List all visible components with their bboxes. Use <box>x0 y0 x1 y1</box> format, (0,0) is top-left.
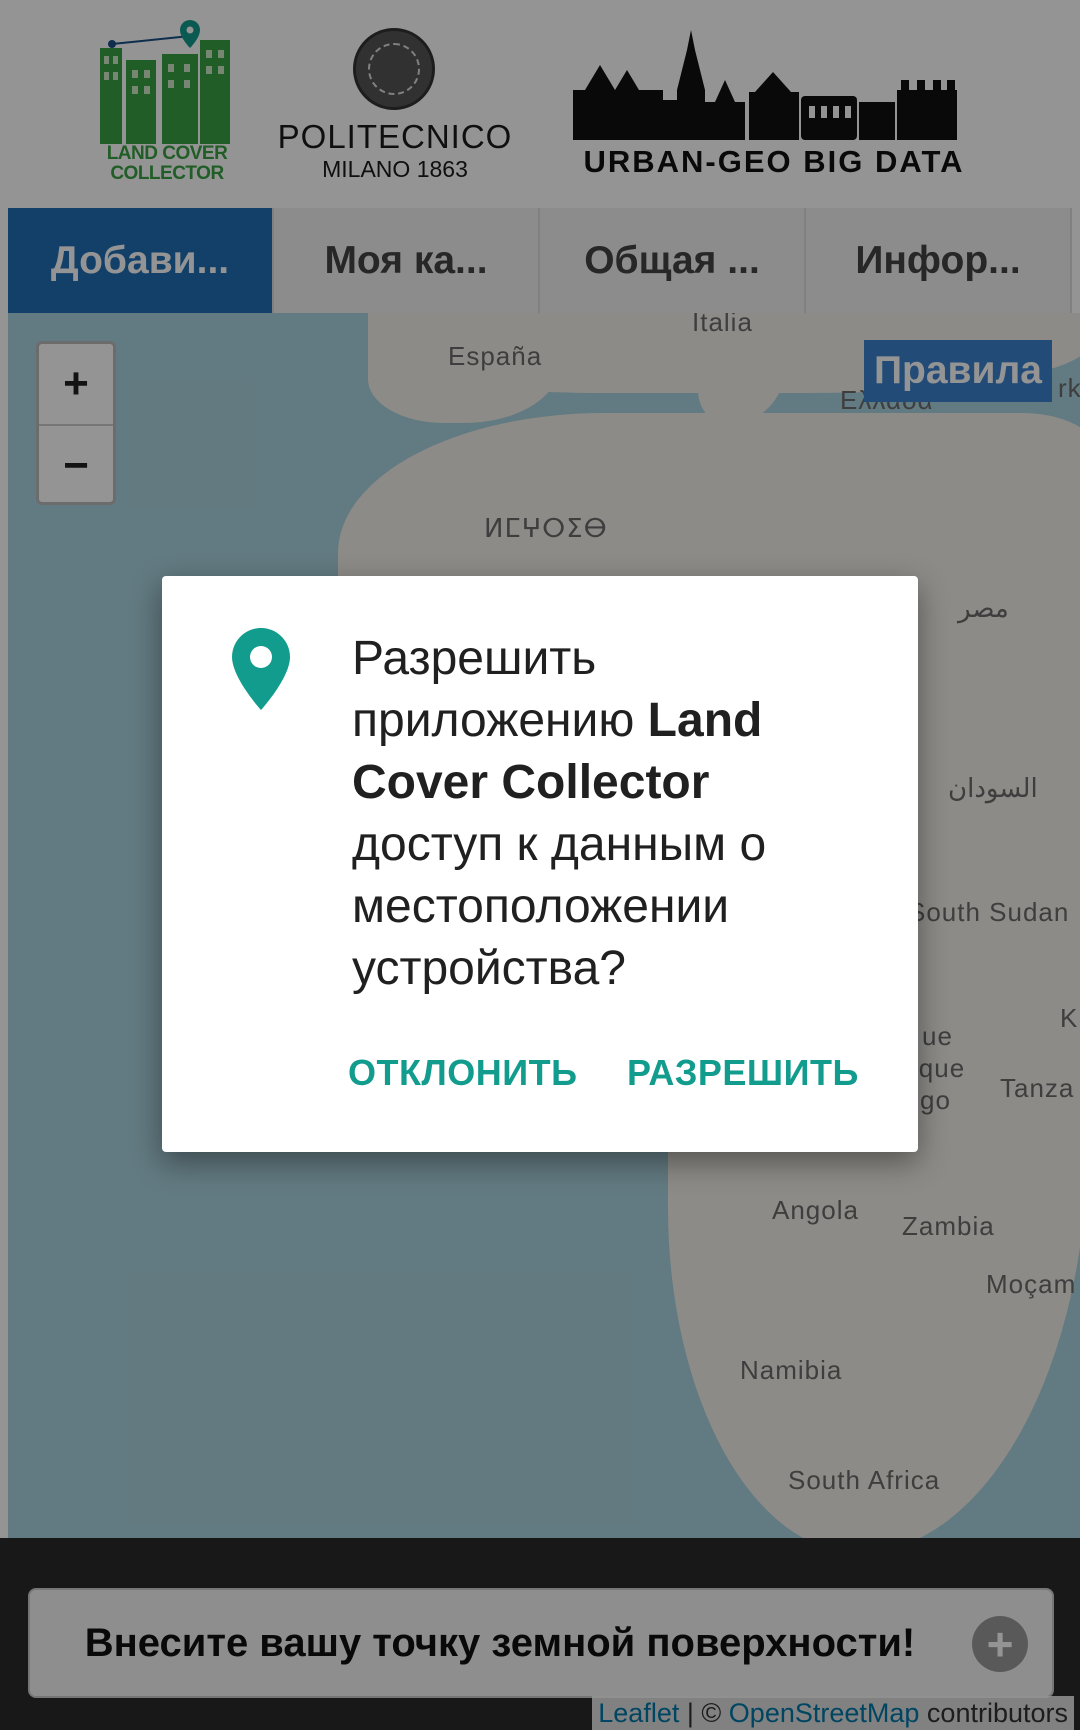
allow-button[interactable]: РАЗРЕШИТЬ <box>627 1052 859 1094</box>
location-pin-icon <box>232 628 290 710</box>
deny-button[interactable]: ОТКЛОНИТЬ <box>348 1052 577 1094</box>
dialog-message: Разрешить приложению Land Cover Collecto… <box>352 628 852 1000</box>
dialog-message-start: Разрешить приложению <box>352 632 648 747</box>
location-permission-dialog: Разрешить приложению Land Cover Collecto… <box>162 576 918 1152</box>
app-screen: LAND COVER COLLECTOR POLITECNICO MILANO … <box>0 0 1080 1730</box>
dialog-message-end: доступ к данным о местоположении устройс… <box>352 818 767 995</box>
